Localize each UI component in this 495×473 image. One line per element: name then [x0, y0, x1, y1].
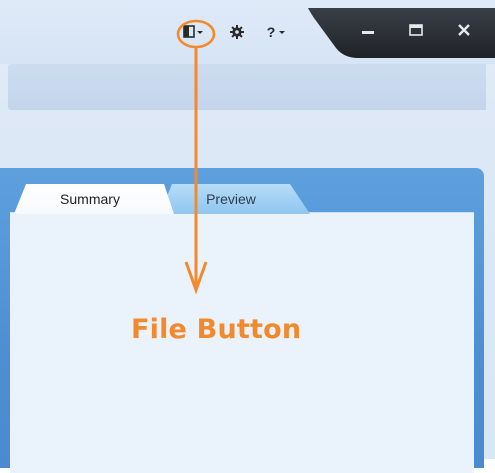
- close-icon: [458, 24, 470, 36]
- minimize-button[interactable]: [360, 22, 390, 44]
- settings-button[interactable]: [228, 22, 246, 42]
- maximize-button[interactable]: [408, 22, 438, 44]
- gear-icon: [230, 25, 244, 39]
- close-button[interactable]: [456, 22, 486, 44]
- tab-summary[interactable]: Summary: [14, 184, 174, 214]
- tab-preview-label: Preview: [206, 191, 256, 207]
- tab-preview[interactable]: Preview: [160, 184, 310, 214]
- window-controls: [308, 8, 495, 58]
- help-icon: ?: [266, 24, 276, 40]
- chevron-down-icon: [279, 31, 286, 34]
- help-button[interactable]: ?: [264, 22, 290, 42]
- file-button[interactable]: [182, 22, 210, 42]
- address-bar[interactable]: [8, 64, 486, 110]
- annotation-label: File Button: [131, 314, 302, 345]
- tab-summary-label: Summary: [60, 191, 120, 207]
- maximize-icon: [409, 24, 423, 36]
- file-button-icon: [183, 25, 203, 38]
- minimize-icon: [362, 31, 374, 34]
- title-bar: ?: [0, 0, 495, 64]
